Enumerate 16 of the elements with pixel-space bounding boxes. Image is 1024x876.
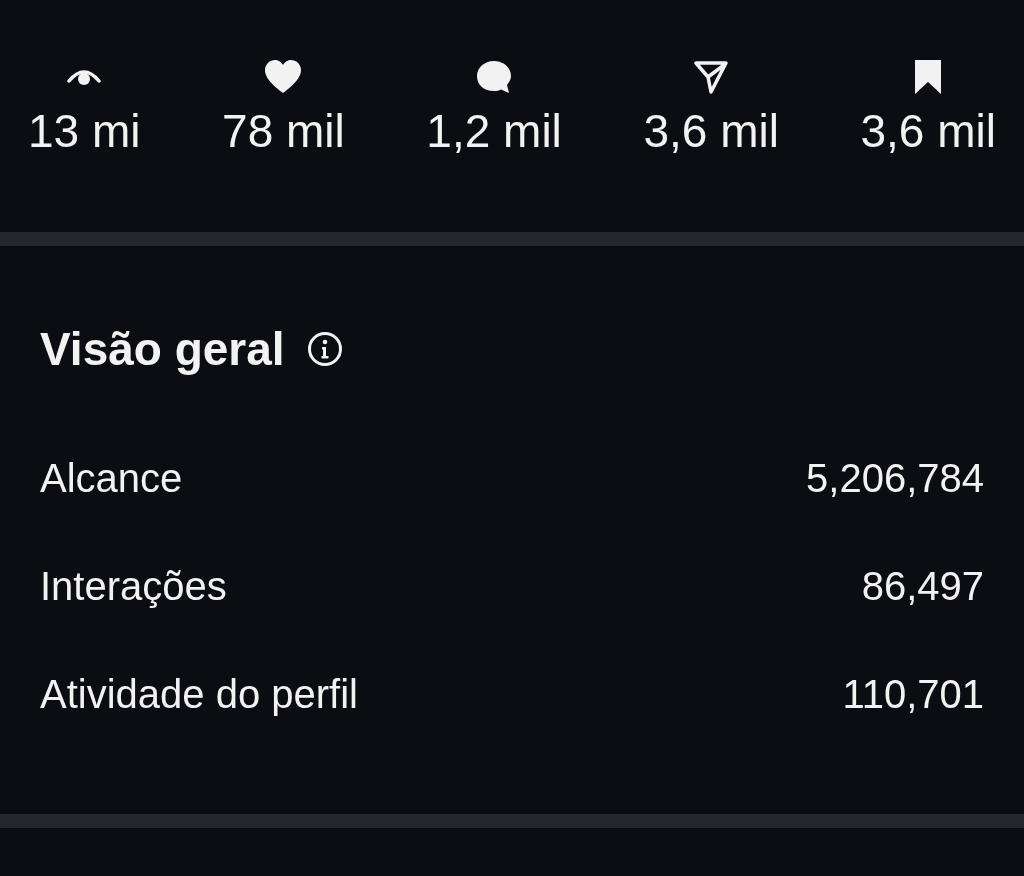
info-icon[interactable] [306, 331, 343, 367]
stat-value: 3,6 mil [643, 108, 779, 154]
metric-value: 110,701 [842, 674, 984, 714]
heart-icon [264, 60, 303, 94]
stat-value: 1,2 mil [426, 108, 562, 154]
metric-label: Alcance [40, 458, 183, 498]
stat-value: 78 mil [222, 108, 345, 154]
metric-value: 86,497 [861, 566, 984, 606]
metric-value: 5,206,784 [806, 458, 984, 498]
stat-value: 3,6 mil [860, 108, 996, 154]
metric-label: Atividade do perfil [40, 674, 358, 714]
stat-value: 13 mi [28, 108, 141, 154]
speech-bubble-icon [476, 60, 513, 94]
paper-plane-icon [694, 60, 729, 94]
metric-label: Interações [40, 566, 227, 606]
bookmark-icon [913, 59, 944, 95]
